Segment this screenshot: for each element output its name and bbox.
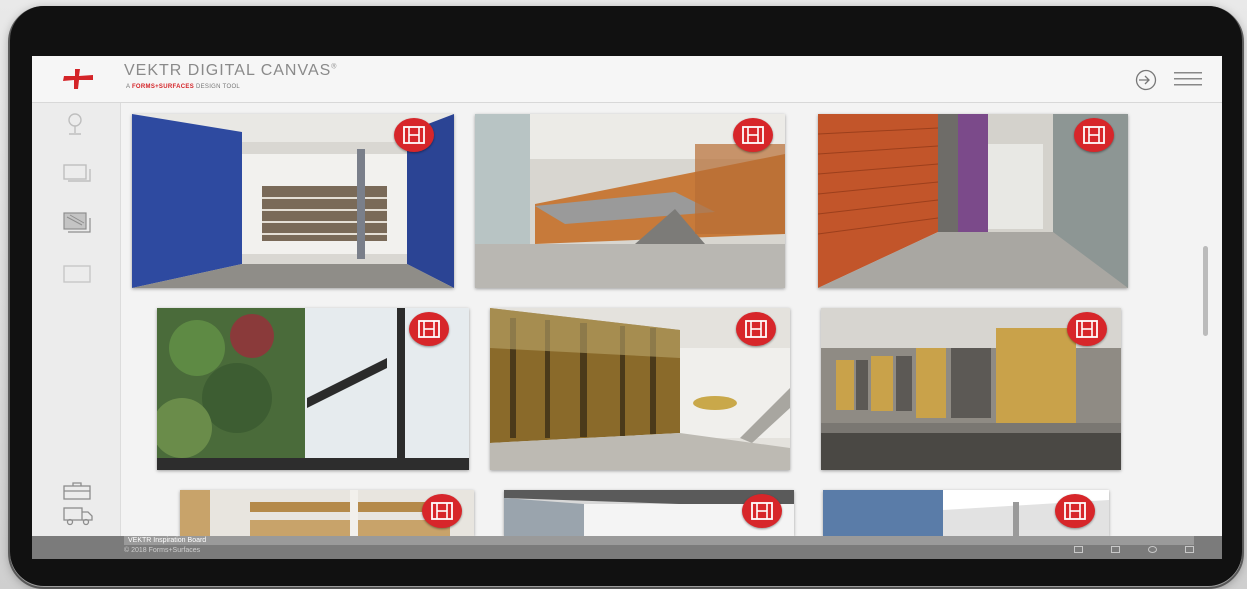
settings-icon[interactable] [1148, 546, 1157, 553]
share-icon[interactable] [1074, 546, 1083, 553]
gallery-tile[interactable] [821, 308, 1121, 470]
gallery-tile[interactable] [490, 308, 790, 470]
app-screen: VEKTR DIGITAL CANVAS® A FORMS+SURFACES D… [32, 56, 1222, 559]
vertical-scrollbar[interactable] [1203, 246, 1208, 336]
window-icon[interactable] [1185, 546, 1194, 553]
film-strip-icon[interactable] [1055, 494, 1095, 528]
gallery-tile[interactable] [818, 114, 1128, 288]
film-strip-icon[interactable] [422, 494, 462, 528]
gallery-tile[interactable] [132, 114, 454, 288]
gallery-tile[interactable] [504, 490, 794, 536]
film-strip-icon[interactable] [1074, 118, 1114, 152]
gallery-tile[interactable] [475, 114, 785, 288]
film-strip-icon[interactable] [1067, 312, 1107, 346]
camera-icon[interactable] [1111, 546, 1120, 553]
gallery-tile[interactable] [157, 308, 469, 470]
gallery-tile[interactable] [823, 490, 1109, 536]
gallery-tile[interactable] [180, 490, 474, 536]
footer-icons [1074, 546, 1194, 553]
film-strip-icon[interactable] [736, 312, 776, 346]
film-strip-icon[interactable] [409, 312, 449, 346]
gallery-grid [32, 56, 1222, 559]
inspiration-board-label[interactable]: VEKTR Inspiration Board [124, 536, 1194, 545]
film-strip-icon[interactable] [733, 118, 773, 152]
film-strip-icon[interactable] [394, 118, 434, 152]
film-strip-icon[interactable] [742, 494, 782, 528]
copyright-text: © 2018 Forms+Surfaces [124, 547, 201, 554]
footer-bar: VEKTR Inspiration Board © 2018 Forms+Sur… [32, 536, 1222, 559]
